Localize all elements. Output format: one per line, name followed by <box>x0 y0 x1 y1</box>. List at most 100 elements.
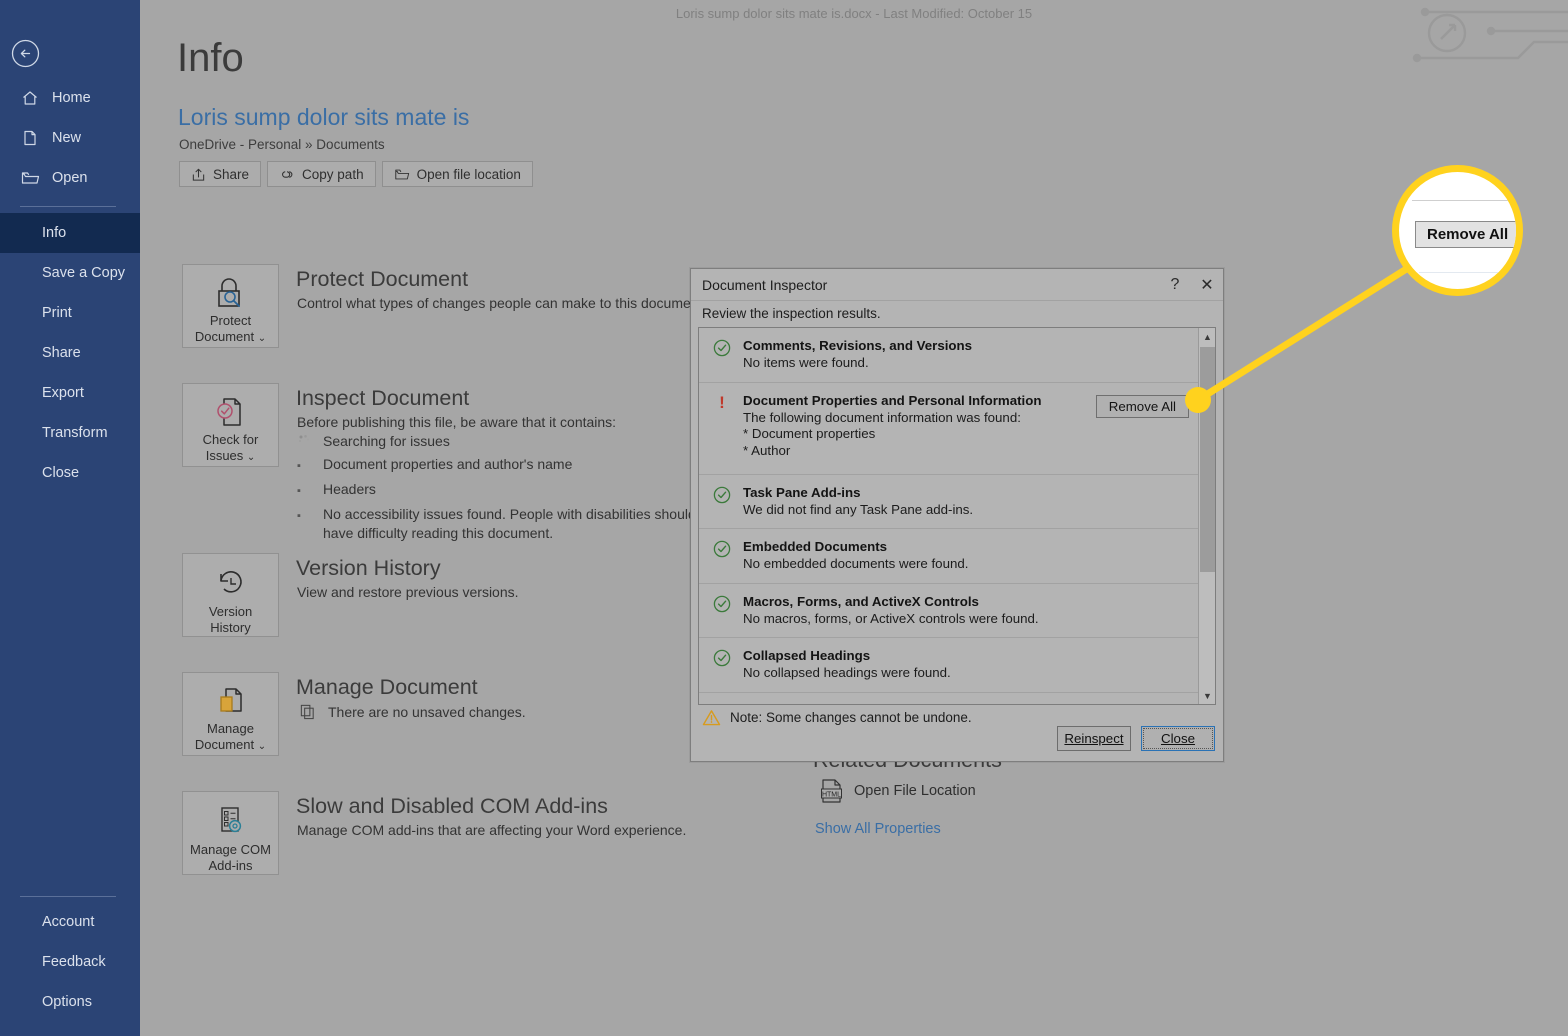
square-bullet-icon: ▪ <box>297 485 301 497</box>
warning-triangle-icon <box>702 710 721 726</box>
square-bullet-icon: ▪ <box>297 510 301 522</box>
list-item: ▪ Headers <box>297 480 752 501</box>
sidebar-divider-top <box>20 206 116 207</box>
inspection-result-row: Macros, Forms, and ActiveX Controls No m… <box>699 584 1198 638</box>
dialog-scrollbar[interactable]: ▲ ▼ <box>1198 328 1215 704</box>
inspection-result-row: Comments, Revisions, and Versions No ite… <box>699 328 1198 383</box>
spinner-icon <box>297 432 323 451</box>
page-icon <box>18 129 42 147</box>
list-item-label: No accessibility issues found. People wi… <box>323 506 720 541</box>
button-label: Manage Document ⌄ <box>194 721 267 752</box>
note-text: Note: Some changes cannot be undone. <box>730 710 972 725</box>
close-button[interactable]: Close <box>1141 726 1215 751</box>
window-title-text: Loris sump dolor sits mate is.docx - Las… <box>675 5 1033 21</box>
check-for-issues-button[interactable]: Check for Issues ⌄ <box>182 383 279 467</box>
button-label: Copy path <box>302 166 364 182</box>
manage-document-button[interactable]: Manage Document ⌄ <box>182 672 279 756</box>
button-label: Check for Issues ⌄ <box>202 432 259 463</box>
result-body: No items were found. <box>743 355 869 370</box>
close-icon[interactable]: ✕ <box>1191 270 1223 300</box>
open-file-location-button[interactable]: Open file location <box>381 161 533 187</box>
check-circle-icon <box>713 540 731 558</box>
sidebar-item-options[interactable]: Options <box>0 982 140 1022</box>
magnified-content: Remove All <box>1399 172 1516 289</box>
scroll-down-icon[interactable]: ▼ <box>1199 687 1215 704</box>
remove-all-button[interactable]: Remove All <box>1095 394 1189 418</box>
manage-com-addins-button[interactable]: Manage COM Add-ins <box>182 791 279 875</box>
sidebar-item-label: Close <box>42 465 80 481</box>
clock-history-icon <box>211 564 251 602</box>
list-item: ▪ Document properties and author's name <box>297 455 752 476</box>
inspect-issue-list: Searching for issues ▪ Document properti… <box>297 432 752 547</box>
document-check-icon <box>211 394 251 430</box>
section-title: Slow and Disabled COM Add-ins <box>296 794 608 818</box>
unsaved-changes-status: There are no unsaved changes. <box>299 703 526 720</box>
inspection-result-row: Task Pane Add-ins We did not find any Ta… <box>699 475 1198 529</box>
list-item: Searching for issues <box>297 432 752 451</box>
open-file-location-link[interactable]: HTML Open File Location <box>820 778 976 804</box>
sidebar-item-info[interactable]: Info <box>0 213 140 253</box>
sidebar-item-print[interactable]: Print <box>0 293 140 333</box>
inspection-results-list: Comments, Revisions, and Versions No ite… <box>698 327 1216 705</box>
section-manage-document: Manage Document ⌄ <box>182 672 279 756</box>
link-label: Open File Location <box>854 783 976 799</box>
section-protect-document: Protect Document ⌄ <box>182 264 279 348</box>
sidebar-item-new[interactable]: New <box>0 118 140 158</box>
copy-path-button[interactable]: Copy path <box>267 161 376 187</box>
dialog-note: Note: Some changes cannot be undone. <box>702 709 972 726</box>
backstage-sidebar: Home New Open Info Save a Copy Print Sha… <box>0 0 140 1036</box>
sidebar-item-export[interactable]: Export <box>0 373 140 413</box>
sidebar-item-home[interactable]: Home <box>0 78 140 118</box>
sidebar-item-label: Open <box>52 170 88 186</box>
sidebar-item-label: Info <box>42 225 67 241</box>
share-button[interactable]: Share <box>179 161 262 187</box>
check-circle-icon <box>713 486 731 504</box>
sidebar-item-close[interactable]: Close <box>0 453 140 493</box>
com-addins-gear-icon <box>211 802 251 840</box>
help-button[interactable]: ? <box>1159 270 1191 300</box>
show-all-properties-link[interactable]: Show All Properties <box>815 821 941 837</box>
back-button[interactable] <box>11 39 40 68</box>
result-title: Task Pane Add-ins <box>743 484 861 500</box>
button-label: Protect Document ⌄ <box>194 313 267 344</box>
sidebar-item-feedback[interactable]: Feedback <box>0 942 140 982</box>
lock-magnifier-icon <box>211 275 251 311</box>
sidebar-item-transform[interactable]: Transform <box>0 413 140 453</box>
reinspect-button[interactable]: Reinspect <box>1057 726 1131 751</box>
square-bullet-icon: ▪ <box>297 460 301 472</box>
magnified-remove-all-button[interactable]: Remove All <box>1415 221 1516 248</box>
section-inspect-document: Check for Issues ⌄ <box>182 383 279 467</box>
section-title: Manage Document <box>296 675 478 699</box>
section-version-history: Version History <box>182 553 279 637</box>
sidebar-item-label: Save a Copy <box>42 265 126 281</box>
protect-document-button[interactable]: Protect Document ⌄ <box>182 264 279 348</box>
version-history-button[interactable]: Version History <box>182 553 279 637</box>
share-icon <box>192 168 205 181</box>
section-com-addins: Manage COM Add-ins <box>182 791 279 875</box>
dialog-title: Document Inspector <box>702 276 828 293</box>
button-label: Version History <box>208 604 253 635</box>
result-body: No collapsed headings were found. <box>743 665 951 680</box>
sidebar-item-account[interactable]: Account <box>0 902 140 942</box>
alert-exclamation-icon: ! <box>719 392 725 412</box>
home-icon <box>18 89 42 107</box>
inspection-result-row: ! Document Properties and Personal Infor… <box>699 383 1198 475</box>
list-item-label: Headers <box>323 481 376 497</box>
result-title: Embedded Documents <box>743 539 888 554</box>
button-label: Open file location <box>416 166 521 182</box>
html-file-icon: HTML <box>821 779 842 803</box>
breadcrumb: OneDrive - Personal » Documents <box>179 137 385 152</box>
result-title: Macros, Forms, and ActiveX Controls <box>743 593 979 609</box>
scrollbar-thumb[interactable] <box>1200 347 1215 572</box>
sidebar-item-save-a-copy[interactable]: Save a Copy <box>0 253 140 293</box>
section-title: Protect Document <box>296 267 469 291</box>
scroll-up-icon[interactable]: ▲ <box>1199 328 1215 345</box>
sidebar-item-label: Share <box>42 345 81 361</box>
check-circle-icon <box>713 339 731 357</box>
sidebar-item-open[interactable]: Open <box>0 158 140 198</box>
result-title: Comments, Revisions, and Versions <box>743 338 973 353</box>
check-circle-icon <box>713 595 731 613</box>
section-title: Inspect Document <box>296 386 470 410</box>
sidebar-item-share[interactable]: Share <box>0 333 140 373</box>
check-circle-icon <box>713 704 731 705</box>
